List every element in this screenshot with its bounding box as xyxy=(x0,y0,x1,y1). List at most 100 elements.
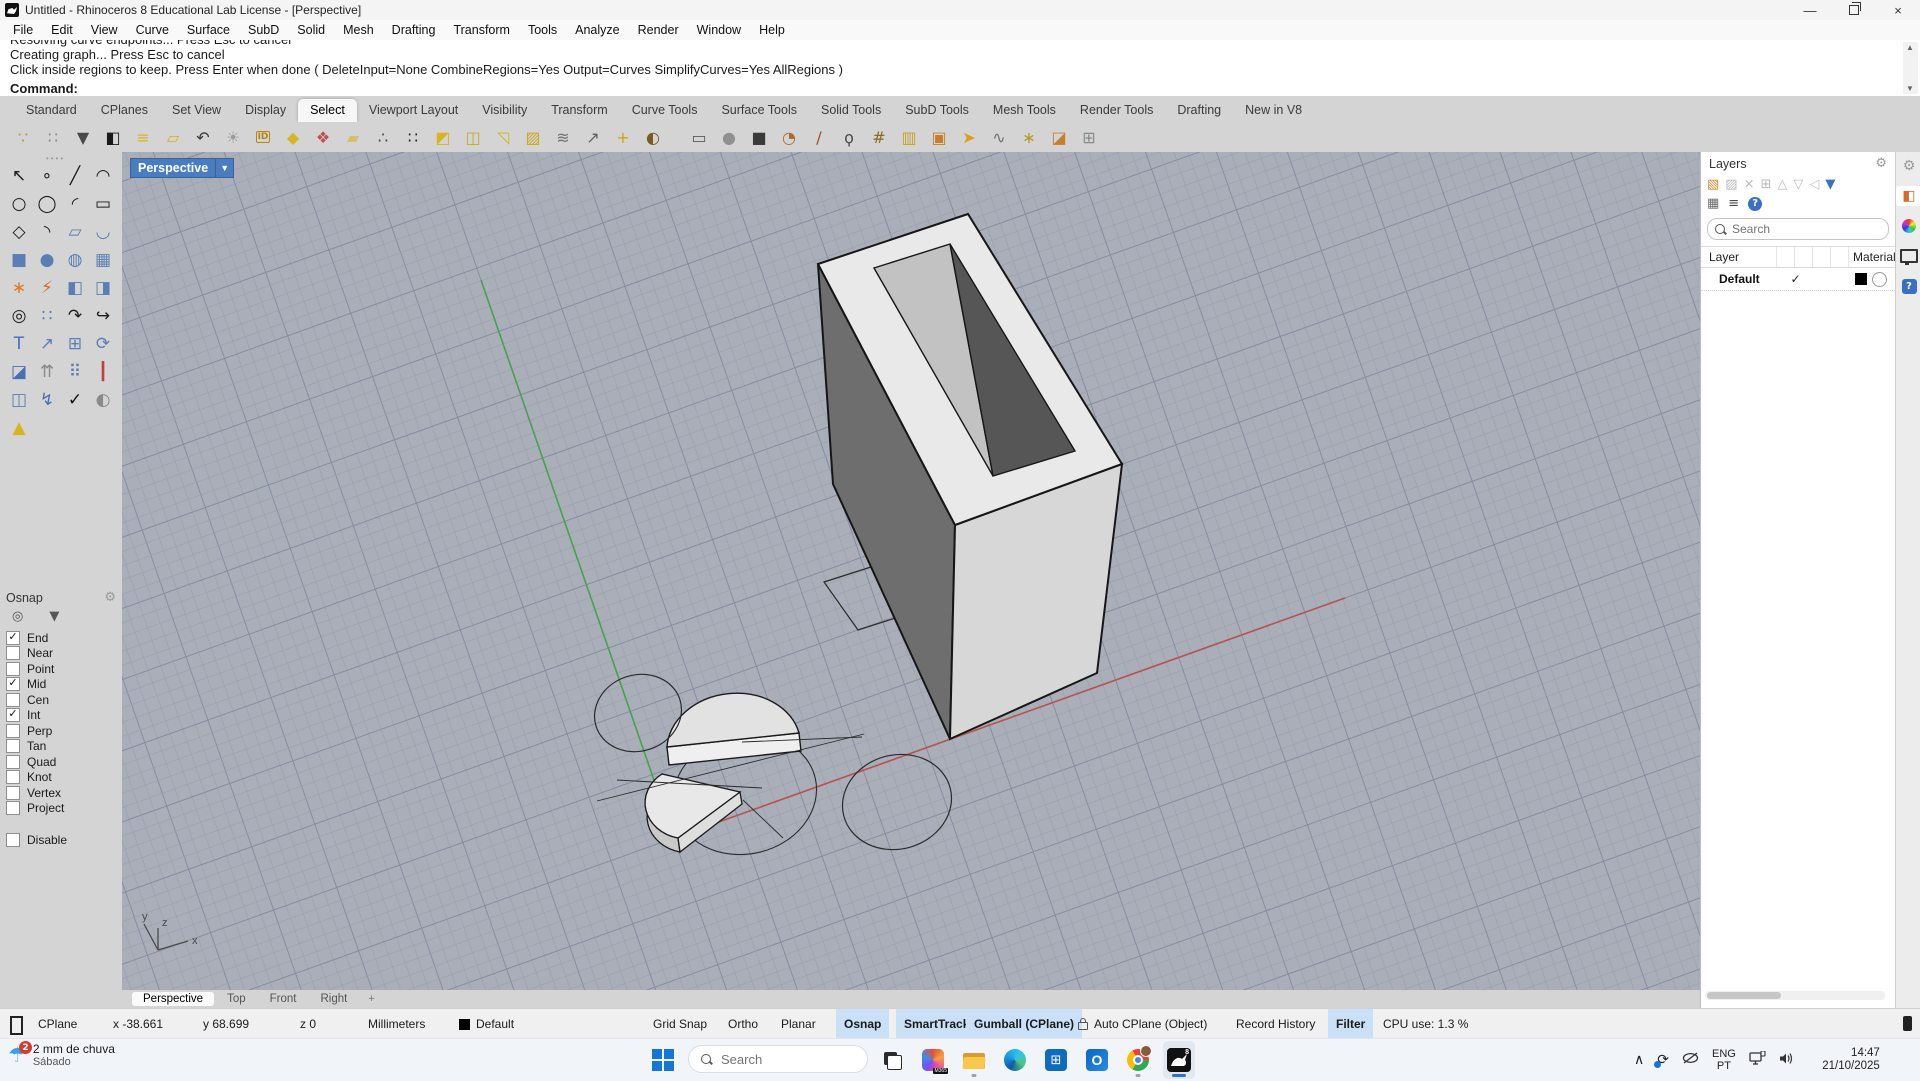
app-file-explorer[interactable] xyxy=(958,1041,990,1079)
osnap-item-near[interactable]: Near xyxy=(0,646,122,662)
select-duplicates-icon[interactable]: ⊞ xyxy=(1074,124,1104,150)
explode-icon[interactable]: ∗ xyxy=(5,274,33,302)
solid-union-icon[interactable]: ◪ xyxy=(5,358,33,386)
ribbon-tab-set-view[interactable]: Set View xyxy=(160,99,233,122)
layer-name[interactable]: Default xyxy=(1701,272,1787,286)
menu-analyze[interactable]: Analyze xyxy=(566,22,628,38)
osnap-item-knot[interactable]: Knot xyxy=(0,770,122,786)
undo-selection-icon[interactable]: ↶ xyxy=(188,124,218,150)
menu-solid[interactable]: Solid xyxy=(288,22,334,38)
layers-search-box[interactable] xyxy=(1707,218,1889,240)
viewport-toggle-icon[interactable] xyxy=(10,1016,23,1035)
viewport-tab-perspective[interactable]: Perspective xyxy=(132,992,214,1006)
checkbox-perp[interactable] xyxy=(6,724,20,738)
new-sublayer-icon[interactable]: ▨ xyxy=(1725,177,1737,192)
trim-icon[interactable]: ◧ xyxy=(61,274,89,302)
close-button[interactable]: × xyxy=(1876,0,1920,20)
checkbox-end[interactable]: ✓ xyxy=(6,631,20,645)
select-volume-icon[interactable]: ▥ xyxy=(894,124,924,150)
select-crate-icon[interactable]: ◪ xyxy=(1044,124,1074,150)
interpolate-curve-icon[interactable]: ◠ xyxy=(89,162,117,190)
curve-boolean-icon[interactable]: ◎ xyxy=(5,302,33,330)
menu-render[interactable]: Render xyxy=(629,22,688,38)
layers-gear-icon[interactable]: ⚙ xyxy=(1875,156,1887,171)
ellipse-icon[interactable]: ◯ xyxy=(33,190,61,218)
status-cplane[interactable]: CPlane xyxy=(38,1009,77,1039)
select-lasso-icon[interactable]: ∿ xyxy=(984,124,1014,150)
app-copilot-m365[interactable]: M365 xyxy=(917,1041,949,1079)
help-icon[interactable]: ? xyxy=(1748,197,1762,211)
ribbon-tab-solid-tools[interactable]: Solid Tools xyxy=(809,99,893,122)
spray-pyramid-icon[interactable]: ▲ xyxy=(5,414,33,442)
viewport-tab-right[interactable]: Right xyxy=(309,992,358,1006)
menu-subd[interactable]: SubD xyxy=(239,22,288,38)
app-task-view[interactable] xyxy=(876,1041,908,1079)
taskbar-search[interactable] xyxy=(688,1045,868,1073)
select-cursor-icon[interactable]: ↖ xyxy=(5,162,33,190)
polygon-icon[interactable]: ◇ xyxy=(5,218,33,246)
rectangle-icon[interactable]: ▭ xyxy=(89,190,117,218)
chevron-down-icon[interactable]: ▼ xyxy=(215,159,233,177)
status-millimeters[interactable]: Millimeters xyxy=(368,1009,425,1039)
checkbox-quad[interactable] xyxy=(6,755,20,769)
tab-layers-icon[interactable]: ◧ xyxy=(1896,186,1920,206)
layer-row-default[interactable]: Default ✓ xyxy=(1701,268,1895,291)
checkbox-vertex[interactable] xyxy=(6,786,20,800)
ribbon-tab-surface-tools[interactable]: Surface Tools xyxy=(709,99,809,122)
ribbon-tab-transform[interactable]: Transform xyxy=(539,99,620,122)
menu-surface[interactable]: Surface xyxy=(178,22,239,38)
patch-surface-icon[interactable]: ◡ xyxy=(89,218,117,246)
app-outlook[interactable]: O xyxy=(1081,1041,1113,1079)
select-by-id-icon[interactable]: ID xyxy=(248,124,278,150)
checkbox-disable[interactable] xyxy=(6,833,20,847)
circle-icon[interactable]: ○ xyxy=(5,190,33,218)
select-chains-icon[interactable]: ≋ xyxy=(548,124,578,150)
viewport-title-dropdown[interactable]: Perspective ▼ xyxy=(130,158,234,178)
select-handles-icon[interactable]: ↗ xyxy=(578,124,608,150)
add-viewport-tab-icon[interactable]: + xyxy=(360,993,382,1005)
select-cube-icon[interactable]: ■ xyxy=(744,124,774,150)
select-point-clouds-icon[interactable]: ∷ xyxy=(398,124,428,150)
command-scrollbar[interactable]: ▲ ▼ xyxy=(1903,42,1918,94)
move-left-icon[interactable]: ◁ xyxy=(1809,177,1819,192)
osnap-item-cen[interactable]: Cen xyxy=(0,692,122,708)
status-osnap[interactable]: Osnap xyxy=(836,1009,889,1039)
ribbon-tab-curve-tools[interactable]: Curve Tools xyxy=(620,99,710,122)
command-prompt[interactable]: Command: xyxy=(0,81,1920,96)
select-points-icon[interactable]: ∵ xyxy=(8,124,38,150)
text-tool-icon[interactable]: T xyxy=(5,330,33,358)
select-boundary-icon[interactable]: ▣ xyxy=(924,124,954,150)
menu-tools[interactable]: Tools xyxy=(519,22,566,38)
checkbox-mid[interactable]: ✓ xyxy=(6,677,20,691)
app-edge[interactable] xyxy=(999,1041,1031,1079)
tab-display-icon[interactable] xyxy=(1899,216,1919,236)
select-small-objects-icon[interactable]: ∴ xyxy=(368,124,398,150)
duplicate-layer-icon[interactable]: ⊞ xyxy=(1761,177,1772,192)
taskbar-search-input[interactable] xyxy=(719,1051,843,1068)
scroll-up-icon[interactable]: ▲ xyxy=(1906,43,1914,52)
scroll-down-icon[interactable]: ▼ xyxy=(1906,84,1914,93)
panel-toggle-icon[interactable] xyxy=(1903,1016,1912,1031)
ribbon-tab-cplanes[interactable]: CPlanes xyxy=(89,99,160,122)
checkbox-knot[interactable] xyxy=(6,770,20,784)
restore-button[interactable] xyxy=(1832,0,1876,20)
status-gumball-cplane-[interactable]: Gumball (CPlane) xyxy=(966,1009,1082,1039)
arc-icon[interactable]: ◜ xyxy=(61,190,89,218)
menu-help[interactable]: Help xyxy=(750,22,794,38)
fence-select-icon[interactable]: # xyxy=(864,124,894,150)
osnap-item-tan[interactable]: Tan xyxy=(0,739,122,755)
menu-window[interactable]: Window xyxy=(688,22,750,38)
surface-3pt-icon[interactable]: ▱ xyxy=(61,218,89,246)
viewport-tab-front[interactable]: Front xyxy=(259,992,308,1006)
privacy-eye-icon[interactable] xyxy=(1682,1052,1699,1068)
layer-color-swatch[interactable] xyxy=(1855,273,1867,285)
orient-icon[interactable]: ↯ xyxy=(33,386,61,414)
status-planar[interactable]: Planar xyxy=(781,1009,816,1039)
status-grid-snap[interactable]: Grid Snap xyxy=(653,1009,707,1039)
filter-layers-icon[interactable]: ▼ xyxy=(1825,177,1835,192)
layers-search-input[interactable] xyxy=(1730,221,1854,237)
single-point-icon[interactable]: ∘ xyxy=(33,162,61,190)
network-icon[interactable] xyxy=(1749,1051,1766,1069)
menu-curve[interactable]: Curve xyxy=(127,22,178,38)
osnap-item-quad[interactable]: Quad xyxy=(0,754,122,770)
